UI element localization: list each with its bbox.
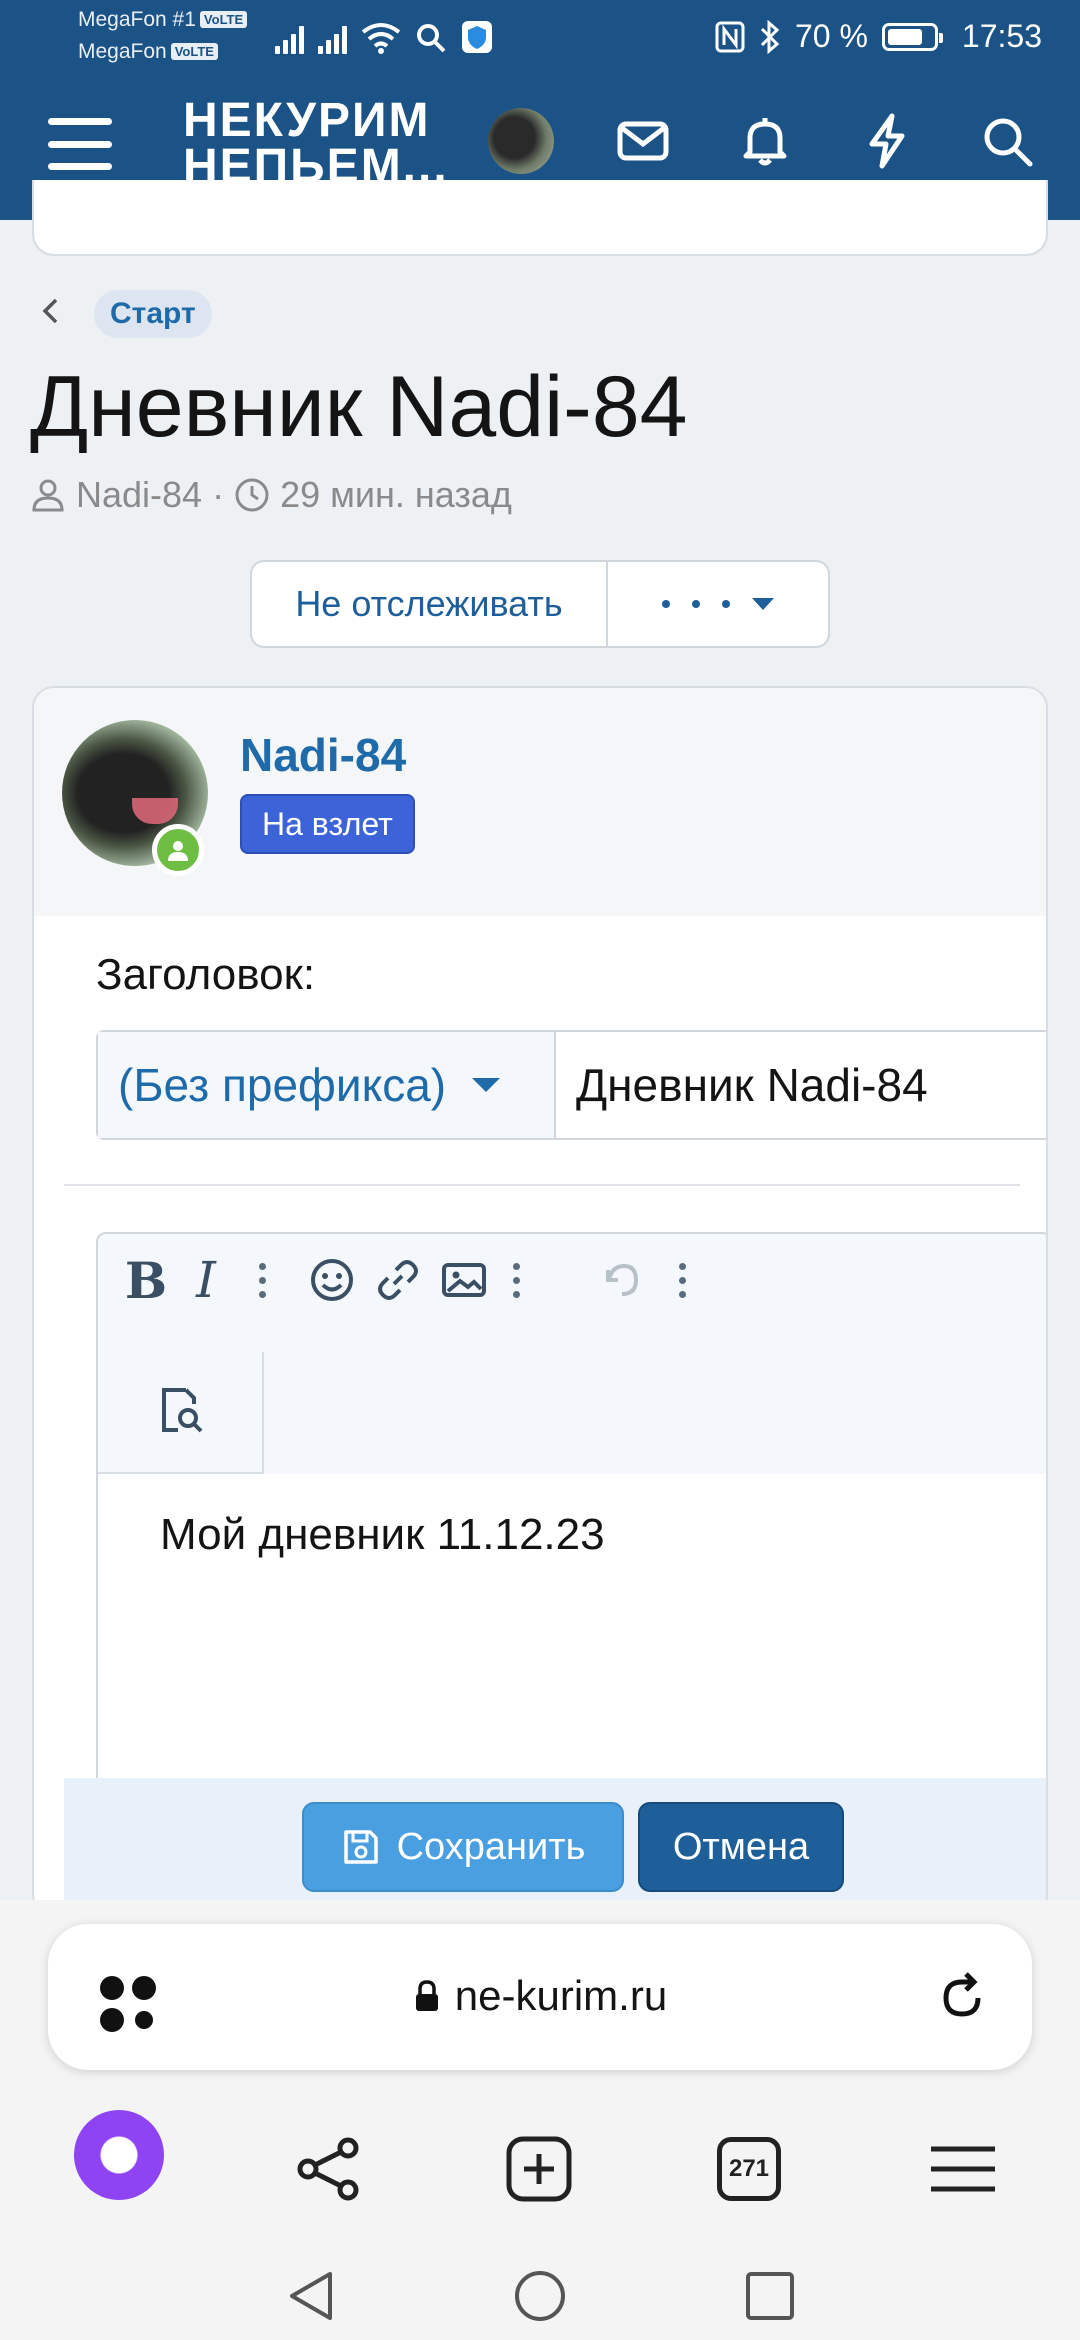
wifi-icon xyxy=(361,23,401,54)
clock-icon xyxy=(235,478,269,512)
shield-icon xyxy=(462,21,492,53)
inbox-icon[interactable] xyxy=(614,112,672,170)
link-icon[interactable] xyxy=(370,1252,426,1308)
signal-icon xyxy=(275,22,304,54)
user-avatar-button[interactable] xyxy=(488,108,554,174)
chevron-left-icon[interactable] xyxy=(36,296,66,326)
more-text-options-button[interactable] xyxy=(234,1252,290,1308)
cancel-button[interactable]: Отмена xyxy=(638,1802,844,1892)
bell-icon[interactable] xyxy=(736,112,794,170)
user-rank-badge: На взлет xyxy=(240,794,415,854)
post-username[interactable]: Nadi-84 xyxy=(240,728,406,782)
editor-content[interactable]: Мой дневник 11.12.23 xyxy=(98,1474,1046,1790)
editor-toolbar-row2 xyxy=(98,1352,264,1474)
thread-meta: Nadi-84 · 29 мин. назад xyxy=(30,474,512,516)
thread-actions: Не отслеживать xyxy=(250,560,830,648)
site-logo[interactable]: НЕКУРИМ НЕПЬЕМ... xyxy=(183,97,449,191)
title-label: Заголовок: xyxy=(96,950,316,999)
bold-button[interactable]: B xyxy=(118,1251,174,1310)
address-bar[interactable]: ne-kurim.ru xyxy=(48,1924,1032,2070)
more-insert-options-button[interactable] xyxy=(488,1252,544,1308)
more-options-button[interactable] xyxy=(608,562,828,646)
bluetooth-icon xyxy=(760,19,780,54)
battery-icon xyxy=(881,22,943,51)
undo-icon[interactable] xyxy=(592,1252,648,1308)
title-input[interactable]: Дневник Nadi-84 xyxy=(556,1032,1046,1138)
carrier-2: MegaFon VoLTE xyxy=(78,40,218,64)
unwatch-button[interactable]: Не отслеживать xyxy=(252,562,608,646)
url-display[interactable]: ne-kurim.ru xyxy=(48,1972,1032,2020)
prefix-select[interactable]: (Без префикса) xyxy=(98,1032,556,1138)
online-status-icon xyxy=(152,824,204,876)
tabs-button[interactable]: 271 xyxy=(704,2124,794,2214)
home-icon[interactable] xyxy=(512,2268,568,2324)
form-submit-row: Сохранить Отмена xyxy=(64,1778,1046,1914)
breadcrumb[interactable]: Старт xyxy=(94,290,212,338)
browser-chrome: ne-kurim.ru 271 xyxy=(0,1900,1080,2340)
new-tab-icon[interactable] xyxy=(494,2124,584,2214)
image-icon[interactable] xyxy=(436,1252,492,1308)
title-field-row: (Без префикса) Дневник Nadi-84 xyxy=(96,1030,1046,1140)
back-icon[interactable] xyxy=(286,2268,336,2324)
reload-icon[interactable] xyxy=(934,1970,990,2026)
lightning-icon[interactable] xyxy=(858,112,916,170)
nfc-icon xyxy=(715,21,745,52)
thread-author[interactable]: Nadi-84 xyxy=(76,474,202,516)
user-icon xyxy=(32,479,64,512)
hamburger-menu-button[interactable] xyxy=(48,118,112,170)
lock-icon xyxy=(415,1980,438,2011)
status-right: 70 % 17:53 xyxy=(715,18,1042,55)
status-bar: MegaFon #1 VoLTE MegaFon VoLTE 70 % 17:5… xyxy=(0,0,1080,75)
thread-time[interactable]: 29 мин. назад xyxy=(280,474,512,516)
caret-down-icon xyxy=(752,598,774,610)
save-button[interactable]: Сохранить xyxy=(302,1802,624,1892)
emoji-icon[interactable] xyxy=(304,1252,360,1308)
browser-bottom-nav: 271 xyxy=(0,2110,1080,2220)
signal-icon-2 xyxy=(318,22,347,54)
divider xyxy=(64,1184,1020,1186)
search-icon[interactable] xyxy=(978,112,1036,170)
clock: 17:53 xyxy=(961,18,1042,54)
caret-down-icon xyxy=(472,1078,501,1092)
meta-separator: · xyxy=(212,474,225,515)
editor-text: Мой дневник 11.12.23 xyxy=(160,1510,605,1559)
rich-text-editor: B I Мой дневник 11.12.23 xyxy=(96,1232,1046,1792)
battery-level: 70 % xyxy=(794,18,868,54)
search-status-icon xyxy=(417,24,446,53)
carrier-1: MegaFon #1 VoLTE xyxy=(78,8,248,32)
italic-button[interactable]: I xyxy=(178,1251,234,1309)
previous-card-edge xyxy=(32,180,1048,256)
post-author-header: Nadi-84 На взлет xyxy=(34,688,1046,916)
recents-icon[interactable] xyxy=(744,2270,796,2322)
preview-icon[interactable] xyxy=(152,1382,208,1438)
share-icon[interactable] xyxy=(284,2124,374,2214)
post-edit-card: Nadi-84 На взлет Заголовок: (Без префикс… xyxy=(32,686,1048,1916)
page-title: Дневник Nadi-84 xyxy=(30,359,688,455)
signal-icons xyxy=(275,14,493,54)
system-nav-bar xyxy=(0,2260,1080,2340)
more-editor-options-button[interactable] xyxy=(654,1252,710,1308)
floppy-icon xyxy=(343,1830,378,1864)
browser-menu-icon[interactable] xyxy=(918,2124,1008,2214)
